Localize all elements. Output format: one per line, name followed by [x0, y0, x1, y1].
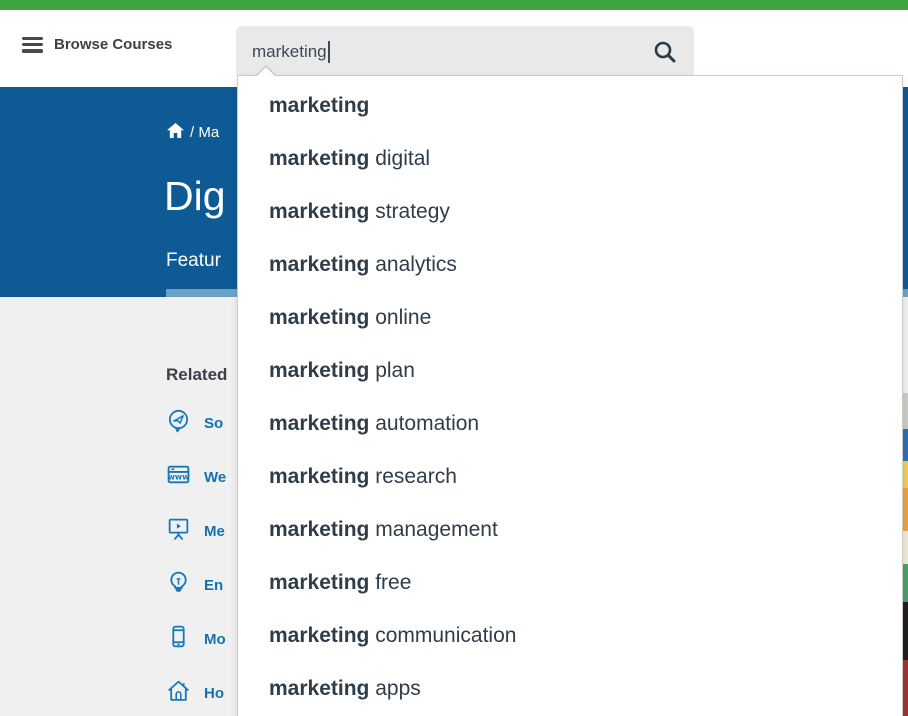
- suggestion-match-text: marketing: [269, 253, 369, 276]
- list-item-label: We: [204, 469, 226, 486]
- suggestion-rest-text: apps: [369, 677, 420, 700]
- course-thumbnail-fragment: [903, 488, 908, 531]
- browser-www-icon: www: [166, 462, 191, 487]
- suggestion-match-text: marketing: [269, 465, 369, 488]
- suggestion-match-text: marketing: [269, 677, 369, 700]
- course-thumbnail-fragment: [903, 531, 908, 564]
- suggestion-rest-text: free: [369, 571, 411, 594]
- course-thumbnail-fragment: [903, 429, 908, 461]
- home-icon[interactable]: [167, 123, 184, 142]
- dropdown-pointer: [256, 65, 276, 75]
- suggestion-match-text: marketing: [269, 147, 369, 170]
- related-heading: Related: [166, 365, 227, 385]
- course-thumbnail-fragment: [903, 602, 908, 660]
- search-suggestion-item[interactable]: marketing apps: [238, 662, 902, 715]
- suggestion-match-text: marketing: [269, 200, 369, 223]
- suggestion-rest-text: plan: [369, 359, 415, 382]
- search-suggestion-item[interactable]: marketing strategy: [238, 185, 902, 238]
- breadcrumb[interactable]: / Ma: [167, 123, 219, 142]
- list-item[interactable]: Mo: [166, 612, 226, 666]
- suggestion-match-text: marketing: [269, 518, 369, 541]
- suggestion-match-text: marketing: [269, 94, 369, 117]
- suggestion-rest-text: digital: [369, 147, 430, 170]
- search-suggestion-item[interactable]: marketing management: [238, 503, 902, 556]
- related-subjects-list: So www: [166, 396, 226, 716]
- list-item[interactable]: So: [166, 396, 226, 450]
- suggestion-rest-text: analytics: [369, 253, 457, 276]
- chat-plane-icon: [166, 408, 191, 433]
- search-suggestion-item[interactable]: marketing free: [238, 556, 902, 609]
- svg-text:www: www: [168, 473, 190, 482]
- top-accent-bar: [0, 0, 908, 10]
- suggestion-match-text: marketing: [269, 359, 369, 382]
- page-title: Dig: [164, 173, 226, 220]
- search-suggestion-item[interactable]: marketing analytics: [238, 238, 902, 291]
- suggestion-rest-text: research: [369, 465, 457, 488]
- course-thumbnail-fragment: [903, 564, 908, 602]
- text-cursor: [328, 41, 330, 63]
- page: Browse Courses marketing / Ma Dig Featur: [0, 0, 908, 716]
- search-suggestion-item[interactable]: marketing research: [238, 450, 902, 503]
- course-thumbnail-fragment: [903, 461, 908, 488]
- search-icon[interactable]: [652, 39, 678, 70]
- search-autocomplete-dropdown: marketing marketing digital marketing st…: [237, 75, 903, 716]
- suggestion-match-text: marketing: [269, 306, 369, 329]
- list-item-label: Ho: [204, 685, 224, 702]
- list-item[interactable]: Ho: [166, 666, 226, 716]
- search-suggestion-item[interactable]: marketing online: [238, 291, 902, 344]
- suggestion-rest-text: strategy: [369, 200, 450, 223]
- breadcrumb-path: / Ma: [190, 124, 219, 141]
- browse-courses-button[interactable]: Browse Courses: [22, 36, 172, 53]
- browse-courses-label: Browse Courses: [54, 36, 172, 53]
- course-thumbnail-fragment: [903, 393, 908, 429]
- house-icon: [166, 678, 191, 703]
- tab-featured[interactable]: Featur: [166, 250, 221, 272]
- list-item-label: So: [204, 415, 223, 432]
- suggestion-rest-text: automation: [369, 412, 479, 435]
- list-item-label: En: [204, 577, 223, 594]
- list-item-label: Me: [204, 523, 225, 540]
- search-input-value: marketing: [252, 42, 327, 62]
- course-card-edge-fragments: [903, 393, 908, 716]
- suggestion-rest-text: online: [369, 306, 431, 329]
- smartphone-icon: [166, 624, 191, 649]
- suggestion-match-text: marketing: [269, 412, 369, 435]
- search-suggestion-item[interactable]: marketing plan: [238, 344, 902, 397]
- suggestion-match-text: marketing: [269, 624, 369, 647]
- search-suggestion-item[interactable]: marketing communication: [238, 609, 902, 662]
- suggestion-rest-text: management: [369, 518, 497, 541]
- list-item[interactable]: www We: [166, 450, 226, 504]
- search-input[interactable]: marketing: [236, 26, 694, 78]
- course-thumbnail-fragment: [903, 660, 908, 716]
- list-item[interactable]: Me: [166, 504, 226, 558]
- suggestion-rest-text: communication: [369, 624, 516, 647]
- search-suggestion-item[interactable]: marketing automation: [238, 397, 902, 450]
- suggestion-match-text: marketing: [269, 571, 369, 594]
- lightbulb-icon: [166, 570, 191, 595]
- presentation-play-icon: [166, 516, 191, 541]
- search-suggestion-item[interactable]: marketing: [238, 79, 902, 132]
- search-suggestion-item[interactable]: marketing digital: [238, 132, 902, 185]
- list-item-label: Mo: [204, 631, 226, 648]
- hamburger-menu-icon: [22, 37, 43, 53]
- list-item[interactable]: En: [166, 558, 226, 612]
